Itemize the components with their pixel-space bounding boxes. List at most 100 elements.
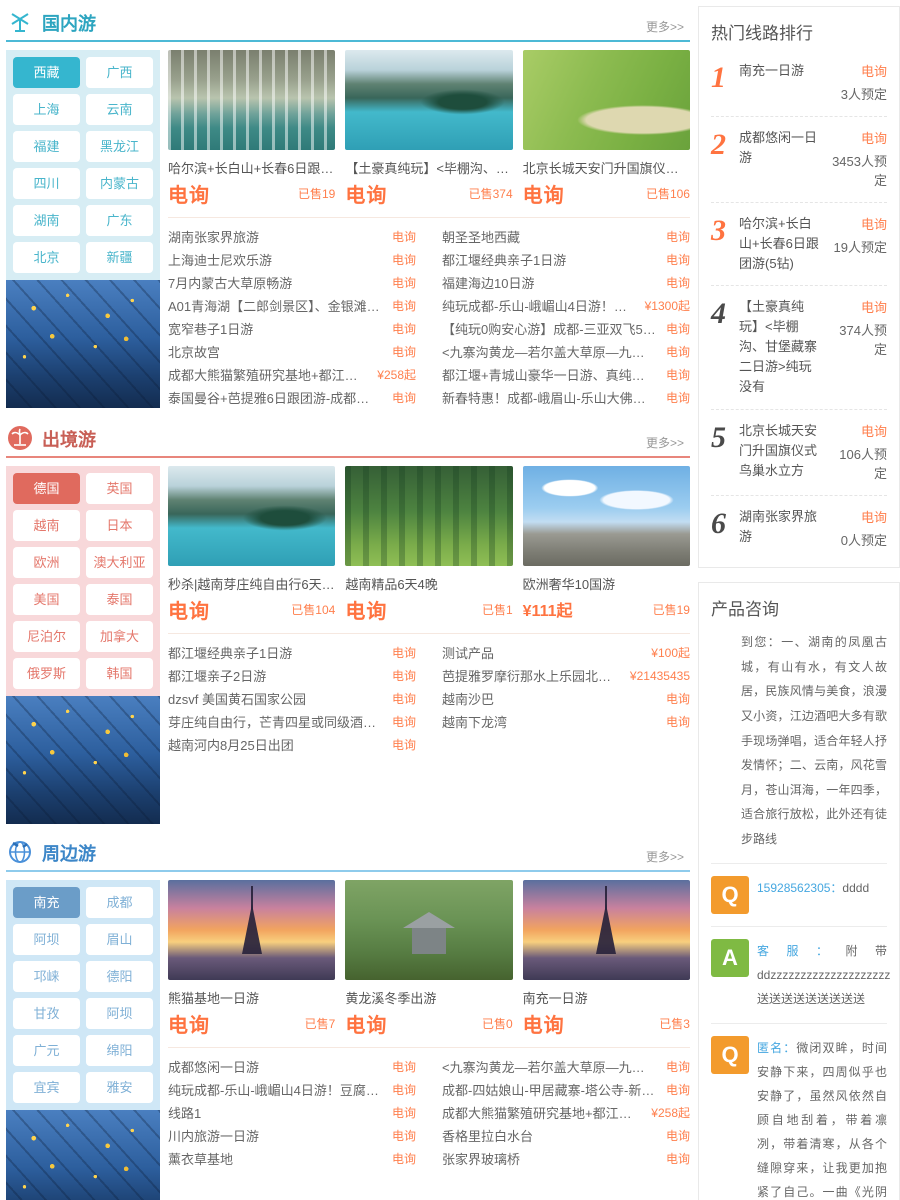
region-tab[interactable]: 云南 bbox=[86, 94, 153, 125]
country-tab[interactable]: 泰国 bbox=[86, 584, 153, 615]
tour-link[interactable]: 张家界玻璃桥 bbox=[442, 1148, 656, 1171]
tour-link-row[interactable]: 线路1电询 bbox=[168, 1102, 416, 1125]
product-title[interactable]: 南充一日游 bbox=[523, 988, 690, 1007]
tour-link[interactable]: 成都-四姑娘山-甲居藏寨-塔公寺-新都桥-泸定4... bbox=[442, 1079, 656, 1102]
tour-link[interactable]: 线路1 bbox=[168, 1102, 382, 1125]
tour-link[interactable]: 成都悠闲一日游 bbox=[168, 1056, 382, 1079]
tour-link-row[interactable]: 上海迪士尼欢乐游电询 bbox=[168, 249, 416, 272]
inquiry-link[interactable]: 电询 bbox=[861, 507, 887, 526]
tour-link-row[interactable]: 薰衣草基地电询 bbox=[168, 1148, 416, 1171]
tour-link-row[interactable]: 越南下龙湾电询 bbox=[442, 711, 690, 734]
region-tab[interactable]: 广东 bbox=[86, 205, 153, 236]
tour-link[interactable]: 都江堰经典亲子1日游 bbox=[442, 249, 656, 272]
tour-link[interactable]: 都江堰亲子2日游 bbox=[168, 665, 382, 688]
tour-link-row[interactable]: 芭提雅罗摩衍那水上乐园北京故宫¥21435435 bbox=[442, 665, 690, 688]
tour-link[interactable]: 湖南张家界旅游 bbox=[168, 226, 382, 249]
city-tab[interactable]: 邛崃 bbox=[13, 961, 80, 992]
tour-link-row[interactable]: 纯玩成都-乐山-峨嵋山4日游！豆腐宴+峨眉山土...电询 bbox=[168, 1079, 416, 1102]
tour-link[interactable]: 越南河内8月25日出团 bbox=[168, 734, 382, 757]
tour-link-row[interactable]: 川内旅游一日游电询 bbox=[168, 1125, 416, 1148]
tour-link[interactable]: 芭提雅罗摩衍那水上乐园北京故宫 bbox=[442, 665, 620, 688]
rank-route-title[interactable]: 成都悠闲一日游 bbox=[739, 128, 827, 191]
product-title[interactable]: 哈尔滨+长白山+长春6日跟团游(... bbox=[168, 158, 335, 177]
consult-question[interactable]: Q 15928562305：dddd bbox=[711, 863, 887, 926]
region-tab-active[interactable]: 西藏 bbox=[13, 57, 80, 88]
country-tab[interactable]: 加拿大 bbox=[86, 621, 153, 652]
tour-link[interactable]: 福建海边10日游 bbox=[442, 272, 656, 295]
country-tab[interactable]: 俄罗斯 bbox=[13, 658, 80, 689]
product-title[interactable]: 黄龙溪冬季出游 bbox=[345, 988, 512, 1007]
tour-link-row[interactable]: 张家界玻璃桥电询 bbox=[442, 1148, 690, 1171]
region-tab[interactable]: 内蒙古 bbox=[86, 168, 153, 199]
tour-link-row[interactable]: 新春特惠！成都-峨眉山-乐山大佛纯净2日游，全...电询 bbox=[442, 387, 690, 410]
city-tab[interactable]: 阿坝 bbox=[13, 924, 80, 955]
product-card[interactable]: 南充一日游 电询已售3 bbox=[523, 880, 690, 1037]
region-tab[interactable]: 上海 bbox=[13, 94, 80, 125]
consult-user[interactable]: 客服： bbox=[757, 944, 845, 958]
region-tab[interactable]: 北京 bbox=[13, 242, 80, 273]
inquiry-link[interactable]: 电询 bbox=[861, 128, 887, 147]
tour-link[interactable]: 泰国曼谷+芭提雅6日跟团游-成都直飞 0自费 探... bbox=[168, 387, 382, 410]
country-tab[interactable]: 英国 bbox=[86, 473, 153, 504]
tour-link[interactable]: 香格里拉白水台 bbox=[442, 1125, 656, 1148]
tour-link-row[interactable]: 都江堰经典亲子1日游电询 bbox=[168, 642, 416, 665]
city-tab[interactable]: 绵阳 bbox=[86, 1035, 153, 1066]
city-tab[interactable]: 成都 bbox=[86, 887, 153, 918]
region-tab[interactable]: 湖南 bbox=[13, 205, 80, 236]
tour-link-row[interactable]: 北京故宫电询 bbox=[168, 341, 416, 364]
consult-answer[interactable]: A 客服：附带ddzzzzzzzzzzzzzzzzzzzz送送送送送送送送送 bbox=[711, 926, 887, 1023]
tour-link-row[interactable]: 芽庄纯自由行，芒青四星或同级酒店，往返直飞...电询 bbox=[168, 711, 416, 734]
product-card[interactable]: 黄龙溪冬季出游 电询已售0 bbox=[345, 880, 512, 1037]
consult-user[interactable]: 15928562305： bbox=[757, 881, 842, 895]
product-title[interactable]: 北京长城天安门升国旗仪式鸟巢... bbox=[523, 158, 690, 177]
city-tab[interactable]: 广元 bbox=[13, 1035, 80, 1066]
tour-link[interactable]: 7月内蒙古大草原畅游 bbox=[168, 272, 382, 295]
product-card[interactable]: 北京长城天安门升国旗仪式鸟巢... 电询已售106 bbox=[523, 50, 690, 207]
city-tab[interactable]: 德阳 bbox=[86, 961, 153, 992]
tour-link[interactable]: 纯玩成都-乐山-峨嵋山4日游！豆腐宴+峨眉山土... bbox=[168, 1079, 382, 1102]
rank-item[interactable]: 4 【土豪真纯玩】<毕棚沟、甘堡藏寨二日游>纯玩没有 电询374人预定 bbox=[711, 286, 887, 410]
region-tab[interactable]: 福建 bbox=[13, 131, 80, 162]
rank-item[interactable]: 5 北京长城天安门升国旗仪式鸟巢水立方 电询106人预定 bbox=[711, 410, 887, 496]
product-card[interactable]: 哈尔滨+长白山+长春6日跟团游(... 电询已售19 bbox=[168, 50, 335, 207]
country-tab[interactable]: 欧洲 bbox=[13, 547, 80, 578]
rank-item[interactable]: 2 成都悠闲一日游 电询3453人预定 bbox=[711, 117, 887, 203]
product-title[interactable]: 秒杀|越南芽庄纯自由行6天5晚，... bbox=[168, 574, 335, 593]
region-tab[interactable]: 黑龙江 bbox=[86, 131, 153, 162]
country-tab[interactable]: 日本 bbox=[86, 510, 153, 541]
tour-link[interactable]: 上海迪士尼欢乐游 bbox=[168, 249, 382, 272]
consult-question[interactable]: Q 匿名：微闭双眸，时间安静下来，四周似乎也安静了，虽然风依然自顾自地刮着，带着… bbox=[711, 1023, 887, 1200]
tour-link-row[interactable]: 纯玩成都-乐山-峨嵋山4日游！豆腐宴+峨眉山土...¥1300起 bbox=[442, 295, 690, 318]
tour-link[interactable]: 成都大熊猫繁殖研究基地+都江堰纯玩1日游√三... bbox=[442, 1102, 641, 1125]
tour-link[interactable]: A01青海湖【二郎剑景区】、金银滩、日月山、... bbox=[168, 295, 382, 318]
tour-link[interactable]: <九寨沟黄龙—若尔盖大草原—九曲花湖>尊享... bbox=[442, 1056, 656, 1079]
rank-item[interactable]: 1 南充一日游 电询3人预定 bbox=[711, 50, 887, 117]
country-tab[interactable]: 尼泊尔 bbox=[13, 621, 80, 652]
tour-link-row[interactable]: 【纯玩0购安心游】成都-三亚双飞5日跟团游 蜈...电询 bbox=[442, 318, 690, 341]
more-link[interactable]: 更多>> bbox=[646, 18, 684, 35]
city-tab[interactable]: 宜宾 bbox=[13, 1072, 80, 1103]
tour-link[interactable]: 测试产品 bbox=[442, 642, 641, 665]
promo-photo[interactable] bbox=[6, 696, 160, 824]
tour-link-row[interactable]: 成都-四姑娘山-甲居藏寨-塔公寺-新都桥-泸定4...电询 bbox=[442, 1079, 690, 1102]
region-tab[interactable]: 广西 bbox=[86, 57, 153, 88]
tour-link-row[interactable]: 成都大熊猫繁殖研究基地+都江堰纯玩1日游√三...¥258起 bbox=[168, 364, 416, 387]
tour-link[interactable]: 新春特惠！成都-峨眉山-乐山大佛纯净2日游，全... bbox=[442, 387, 656, 410]
promo-photo[interactable] bbox=[6, 1110, 160, 1200]
tour-link-row[interactable]: 都江堰经典亲子1日游电询 bbox=[442, 249, 690, 272]
tour-link-row[interactable]: 都江堰+青城山豪华一日游、真纯玩0购物0自费...电询 bbox=[442, 364, 690, 387]
product-title[interactable]: 熊猫基地一日游 bbox=[168, 988, 335, 1007]
inquiry-link[interactable]: 电询 bbox=[861, 297, 887, 316]
tour-link-row[interactable]: 湖南张家界旅游电询 bbox=[168, 226, 416, 249]
promo-photo[interactable] bbox=[6, 280, 160, 408]
rank-route-title[interactable]: 南充一日游 bbox=[739, 61, 827, 105]
tour-link-row[interactable]: 宽窄巷子1日游电询 bbox=[168, 318, 416, 341]
city-tab[interactable]: 眉山 bbox=[86, 924, 153, 955]
tour-link[interactable]: 川内旅游一日游 bbox=[168, 1125, 382, 1148]
tour-link[interactable]: 芽庄纯自由行，芒青四星或同级酒店，往返直飞... bbox=[168, 711, 382, 734]
inquiry-link[interactable]: 电询 bbox=[861, 214, 887, 233]
inquiry-link[interactable]: 电询 bbox=[861, 421, 887, 440]
tour-link[interactable]: 北京故宫 bbox=[168, 341, 382, 364]
tour-link[interactable]: 宽窄巷子1日游 bbox=[168, 318, 382, 341]
region-tab[interactable]: 新疆 bbox=[86, 242, 153, 273]
